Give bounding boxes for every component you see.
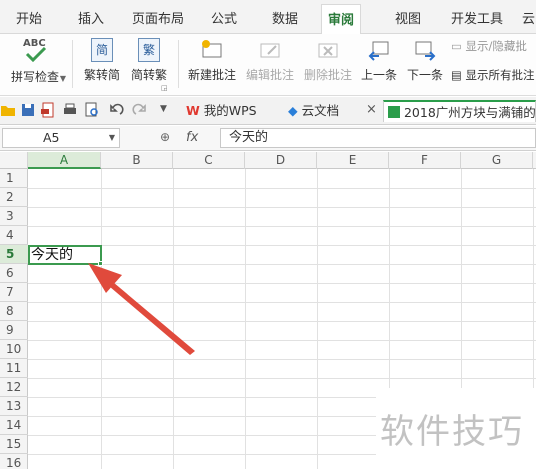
watermark-text: 软件技巧 xyxy=(380,412,524,452)
annotation-arrow-shaft xyxy=(103,277,195,355)
